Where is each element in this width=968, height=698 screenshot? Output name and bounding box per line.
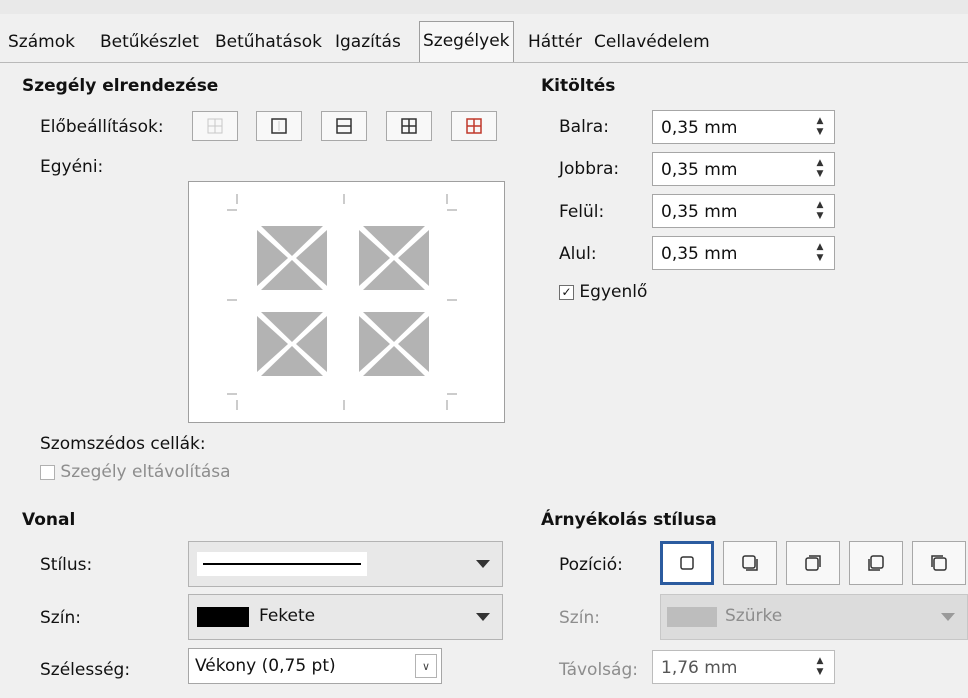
line-title: Vonal	[22, 510, 76, 530]
chevron-down-icon[interactable]: ∨	[415, 654, 437, 678]
outer-border-icon	[271, 118, 287, 134]
spin-down-icon: ▼	[816, 253, 824, 263]
border-layout-title: Szegély elrendezése	[22, 76, 219, 96]
spin-down-icon: ▼	[816, 667, 824, 677]
tab-cell-protection[interactable]: Cellavédelem	[594, 26, 710, 59]
padding-bottom-spinner[interactable]: ▲ ▼	[806, 237, 834, 269]
shadow-bottom-right-button[interactable]	[723, 541, 777, 585]
padding-left-label: Balra:	[559, 117, 609, 137]
padding-top-spinner[interactable]: ▲ ▼	[806, 195, 834, 227]
shadow-top-right-icon	[805, 555, 821, 571]
padding-bottom-label: Alul:	[559, 244, 597, 264]
tab-font[interactable]: Betűkészlet	[100, 26, 199, 59]
tab-font-effects[interactable]: Betűhatások	[215, 26, 322, 59]
sync-label: Egyenlő	[579, 282, 648, 302]
remove-border-label: Szegély eltávolítása	[60, 462, 231, 482]
padding-title: Kitöltés	[541, 76, 616, 96]
padding-bottom-value: 0,35 mm	[661, 244, 738, 264]
shadow-distance-value: 1,76 mm	[661, 658, 738, 678]
title-bar	[0, 0, 968, 14]
padding-right-spinner[interactable]: ▲ ▼	[806, 153, 834, 185]
line-style-label: Stílus:	[40, 555, 93, 575]
preset-outer-border-button[interactable]	[256, 111, 302, 141]
border-preview[interactable]	[188, 181, 505, 423]
line-width-combobox[interactable]: Vékony (0,75 pt) ∨	[188, 648, 442, 684]
no-shadow-icon	[680, 556, 694, 570]
spin-down-icon: ▼	[816, 211, 824, 221]
spin-up-icon: ▲	[816, 242, 824, 252]
shadow-color-dropdown[interactable]: Szürke	[660, 594, 968, 640]
line-style-preview	[197, 552, 367, 576]
spin-up-icon: ▲	[816, 656, 824, 666]
spin-up-icon: ▲	[816, 116, 824, 126]
shadow-none-button[interactable]	[660, 541, 714, 585]
tab-numbers[interactable]: Számok	[8, 26, 75, 59]
padding-right-label: Jobbra:	[559, 159, 620, 179]
spin-down-icon: ▼	[816, 169, 824, 179]
custom-label: Egyéni:	[40, 157, 104, 177]
outer-all-inner-icon	[401, 118, 417, 134]
line-color-label: Szín:	[40, 608, 81, 628]
shadow-position-label: Pozíció:	[559, 555, 623, 575]
remove-border-option[interactable]: Szegély eltávolítása	[40, 462, 231, 482]
line-color-dropdown[interactable]: Fekete	[188, 594, 503, 640]
shadow-color-label: Szín:	[559, 608, 600, 628]
shadow-color-swatch	[667, 607, 717, 627]
shadow-title: Árnyékolás stílusa	[541, 510, 717, 530]
preset-outer-all-inner-button[interactable]	[386, 111, 432, 141]
padding-bottom-input[interactable]: 0,35 mm ▲ ▼	[652, 236, 835, 270]
shadow-distance-input[interactable]: 1,76 mm ▲ ▼	[652, 650, 835, 684]
padding-right-value: 0,35 mm	[661, 160, 738, 180]
no-border-icon	[207, 118, 223, 134]
tab-bar: Számok Betűkészlet Betűhatások Igazítás …	[0, 18, 968, 63]
tab-background[interactable]: Háttér	[528, 26, 582, 59]
border-preview-canvas	[227, 194, 457, 410]
shadow-color-value: Szürke	[725, 606, 783, 626]
presets-label: Előbeállítások:	[40, 117, 164, 137]
padding-left-value: 0,35 mm	[661, 118, 738, 138]
outer-keep-inner-icon	[466, 118, 482, 134]
shadow-bottom-left-icon	[868, 555, 884, 571]
padding-top-value: 0,35 mm	[661, 202, 738, 222]
shadow-distance-label: Távolság:	[559, 660, 638, 680]
shadow-bottom-left-button[interactable]	[849, 541, 903, 585]
spin-up-icon: ▲	[816, 158, 824, 168]
line-style-dropdown[interactable]	[188, 541, 503, 587]
padding-left-spinner[interactable]: ▲ ▼	[806, 111, 834, 143]
padding-left-input[interactable]: 0,35 mm ▲ ▼	[652, 110, 835, 144]
shadow-top-right-button[interactable]	[786, 541, 840, 585]
line-color-swatch	[197, 607, 249, 627]
padding-right-input[interactable]: 0,35 mm ▲ ▼	[652, 152, 835, 186]
sync-option[interactable]: ✓ Egyenlő	[559, 282, 647, 302]
shadow-top-left-icon	[931, 555, 947, 571]
padding-top-label: Felül:	[559, 202, 605, 222]
chevron-down-icon	[476, 613, 490, 621]
preset-outer-horizontal-button[interactable]	[321, 111, 367, 141]
chevron-down-icon	[941, 613, 955, 621]
adjacent-cells-label: Szomszédos cellák:	[40, 434, 206, 454]
padding-top-input[interactable]: 0,35 mm ▲ ▼	[652, 194, 835, 228]
spin-up-icon: ▲	[816, 200, 824, 210]
shadow-bottom-right-icon	[742, 555, 758, 571]
line-width-label: Szélesség:	[40, 660, 131, 680]
remove-border-checkbox[interactable]	[40, 464, 55, 480]
chevron-down-icon	[476, 560, 490, 568]
tab-borders[interactable]: Szegélyek	[419, 21, 514, 62]
shadow-top-left-button[interactable]	[912, 541, 966, 585]
line-width-value: Vékony (0,75 pt)	[195, 656, 336, 676]
spin-down-icon: ▼	[816, 127, 824, 137]
preset-no-border-button[interactable]	[192, 111, 238, 141]
sync-checkbox[interactable]: ✓	[559, 284, 574, 300]
outer-horizontal-icon	[336, 118, 352, 134]
shadow-distance-spinner[interactable]: ▲ ▼	[806, 651, 834, 683]
line-color-value: Fekete	[259, 606, 316, 626]
tab-alignment[interactable]: Igazítás	[335, 26, 401, 59]
preset-outer-keep-inner-button[interactable]	[451, 111, 497, 141]
